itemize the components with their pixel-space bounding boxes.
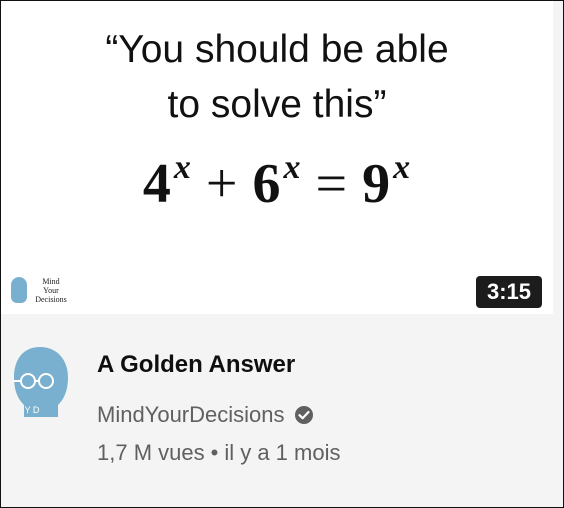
equation-exponent-2: x	[283, 149, 302, 186]
equation-plus: +	[205, 153, 239, 215]
logo-head-icon	[11, 277, 27, 303]
channel-avatar-icon[interactable]: Y D	[6, 343, 74, 419]
logo-text-line: Mind	[42, 277, 60, 286]
equation-exponent-1: x	[173, 149, 192, 186]
logo-text: Mind Your Decisions	[29, 277, 73, 304]
video-title[interactable]: A Golden Answer	[97, 351, 295, 379]
verified-check-icon	[294, 405, 314, 425]
equation-base-3: 9	[362, 153, 392, 215]
meta-separator: •	[210, 440, 219, 465]
equation-exponent-3: x	[393, 149, 412, 186]
avatar-letters: Y D	[25, 405, 40, 415]
logo-text-line: Decisions	[35, 295, 67, 304]
logo-text-line: Your	[43, 286, 59, 295]
thumbnail-channel-logo: Mind Your Decisions	[9, 273, 71, 309]
equation-equals: =	[315, 153, 349, 215]
view-count: 1,7 M vues	[97, 440, 205, 465]
video-thumbnail[interactable]: “You should be able to solve this” 4x +6x…	[1, 1, 553, 314]
avatar-head-icon: Y D	[12, 347, 68, 417]
video-card[interactable]: “You should be able to solve this” 4x +6x…	[0, 0, 564, 508]
channel-name[interactable]: MindYourDecisions	[97, 402, 285, 428]
equation-base-2: 6	[252, 153, 282, 215]
thumbnail-quote-line2: to solve this”	[167, 83, 387, 126]
equation-base-1: 4	[142, 153, 172, 215]
channel-row: MindYourDecisions	[97, 402, 314, 428]
upload-age: il y a 1 mois	[224, 440, 341, 465]
thumbnail-equation: 4x +6x = 9x	[1, 149, 553, 215]
duration-badge: 3:15	[476, 276, 542, 308]
video-metadata: 1,7 M vues • il y a 1 mois	[97, 440, 340, 466]
thumbnail-quote-line1: “You should be able	[105, 28, 449, 71]
